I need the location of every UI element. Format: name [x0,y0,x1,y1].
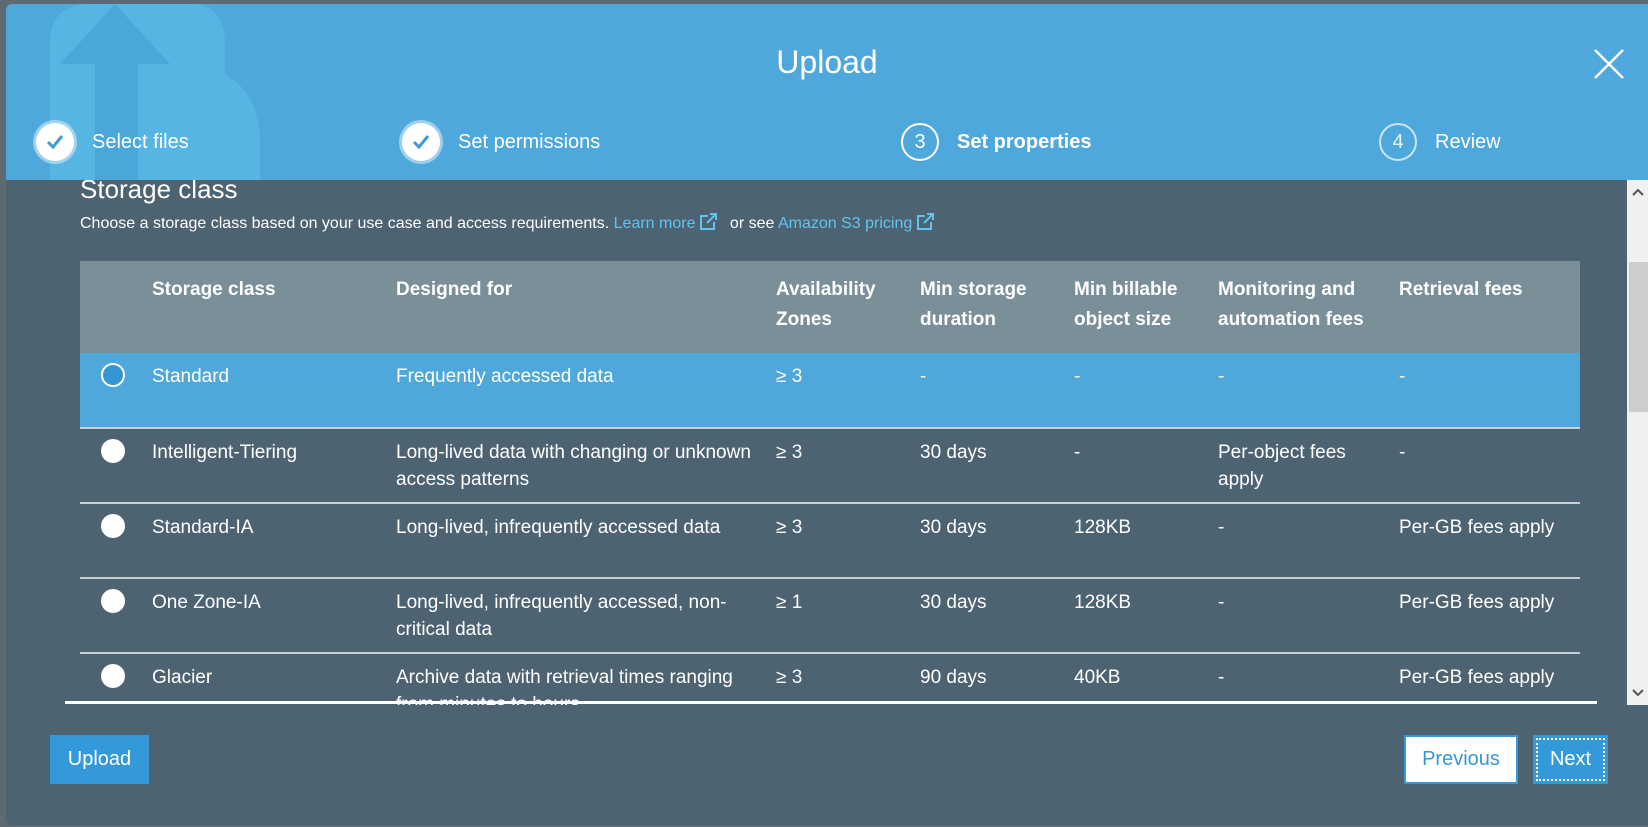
step-number: 3 [901,123,939,161]
scroll-up-icon[interactable] [1627,182,1648,202]
table-row[interactable]: One Zone-IA Long-lived, infrequently acce… [80,578,1580,654]
step-set-properties: 3 Set properties [901,123,1091,161]
cell-min-storage-duration: - [920,353,1074,429]
storage-class-radio[interactable] [101,589,125,613]
learn-more-link[interactable]: Learn more [614,213,726,232]
cell-monitoring-fees: - [1218,503,1399,579]
header-designed-for: Designed for [396,261,776,353]
step-number: 4 [1379,123,1417,161]
radio-cell [80,353,152,429]
scrollbar-thumb[interactable] [1629,262,1648,412]
header-availability-zones: Availability Zones [776,261,920,353]
external-link-icon [917,213,935,230]
step-label: Review [1435,130,1501,153]
step-set-permissions: Set permissions [402,123,600,161]
upload-modal: Upload Select files Set permissions 3 Se… [6,4,1648,825]
scroll-down-icon[interactable] [1627,683,1648,703]
radio-cell [80,428,152,504]
cell-monitoring-fees: Per-object fees apply [1218,428,1399,504]
cell-min-billable-size: - [1074,353,1218,429]
external-link-icon [700,213,718,230]
section-description: Choose a storage class based on your use… [80,213,942,233]
cell-availability-zones: ≥ 3 [776,428,920,504]
previous-button[interactable]: Previous [1404,735,1518,784]
cell-min-storage-duration: 30 days [920,578,1074,654]
cell-availability-zones: ≥ 3 [776,653,920,705]
close-icon[interactable] [1593,48,1625,80]
cell-min-storage-duration: 30 days [920,428,1074,504]
cell-monitoring-fees: - [1218,653,1399,705]
cell-designed-for: Long-lived, infrequently accessed data [396,503,776,579]
storage-class-radio[interactable] [101,439,125,463]
table-row[interactable]: Standard-IA Long-lived, infrequently acce… [80,503,1580,579]
or-see-text: or see [729,215,775,232]
cell-monitoring-fees: - [1218,578,1399,654]
cell-min-billable-size: - [1074,428,1218,504]
storage-class-radio[interactable] [101,363,125,387]
cell-storage-class: Intelligent-Tiering [152,428,396,504]
header-monitoring-fees: Monitoring and automation fees [1218,261,1399,353]
cell-min-billable-size: 40KB [1074,653,1218,705]
cell-designed-for: Long-lived, infrequently accessed, non-c… [396,578,776,654]
step-label: Select files [92,130,189,153]
check-circle-icon [36,123,74,161]
cell-min-storage-duration: 30 days [920,503,1074,579]
section-title: Storage class [80,180,238,204]
cell-retrieval-fees: - [1399,353,1580,429]
upload-button[interactable]: Upload [50,735,149,784]
next-button[interactable]: Next [1533,735,1608,784]
cell-min-billable-size: 128KB [1074,503,1218,579]
cell-designed-for: Long-lived data with changing or unknown… [396,428,776,504]
check-circle-icon [402,123,440,161]
step-select-files: Select files [36,123,189,161]
modal-content: Storage class Choose a storage class bas… [6,180,1627,705]
header-storage-class: Storage class [152,261,396,353]
modal-header: Upload Select files Set permissions 3 Se… [6,4,1648,180]
header-retrieval-fees: Retrieval fees [1399,261,1580,353]
table-header-row: Storage class Designed for Availability … [80,261,1580,353]
cell-retrieval-fees: Per-GB fees apply [1399,503,1580,579]
cell-retrieval-fees: Per-GB fees apply [1399,653,1580,705]
cell-min-storage-duration: 90 days [920,653,1074,705]
storage-class-table: Storage class Designed for Availability … [80,261,1580,705]
cell-designed-for: Frequently accessed data [396,353,776,429]
cell-min-billable-size: 128KB [1074,578,1218,654]
description-text: Choose a storage class based on your use… [80,215,610,232]
cell-monitoring-fees: - [1218,353,1399,429]
step-label: Set permissions [458,130,601,153]
s3-pricing-link[interactable]: Amazon S3 pricing [778,213,942,232]
table-row[interactable]: Glacier Archive data with retrieval times… [80,653,1580,705]
header-min-billable-size: Min billable object size [1074,261,1218,353]
cell-storage-class: Standard-IA [152,503,396,579]
modal-title: Upload [776,44,878,80]
cell-availability-zones: ≥ 3 [776,353,920,429]
content-divider [65,701,1597,704]
cell-availability-zones: ≥ 1 [776,578,920,654]
table-row[interactable]: Standard Frequently accessed data ≥ 3---- [80,353,1580,429]
cell-retrieval-fees: - [1399,428,1580,504]
cell-designed-for: Archive data with retrieval times rangin… [396,653,776,705]
storage-class-radio[interactable] [101,664,125,688]
radio-cell [80,503,152,579]
radio-cell [80,578,152,654]
cell-storage-class: Standard [152,353,396,429]
step-label: Set properties [957,130,1092,153]
storage-class-radio[interactable] [101,514,125,538]
cell-storage-class: One Zone-IA [152,578,396,654]
table-row[interactable]: Intelligent-Tiering Long-lived data with … [80,428,1580,504]
content-scrollbar[interactable] [1627,180,1648,705]
cell-retrieval-fees: Per-GB fees apply [1399,578,1580,654]
step-review: 4 Review [1379,123,1501,161]
cell-availability-zones: ≥ 3 [776,503,920,579]
cell-storage-class: Glacier [152,653,396,705]
header-select [80,261,152,353]
radio-cell [80,653,152,705]
header-min-storage-duration: Min storage duration [920,261,1074,353]
